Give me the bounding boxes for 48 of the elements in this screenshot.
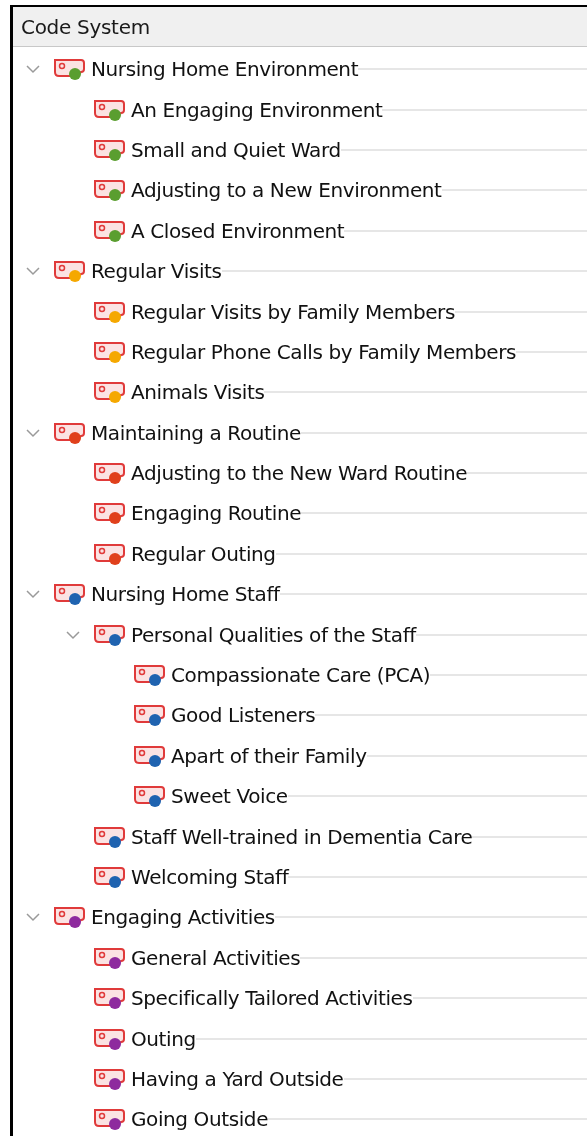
code-label[interactable]: A Closed Environment bbox=[131, 215, 345, 246]
code-label[interactable]: Regular Visits by Family Members bbox=[131, 296, 455, 327]
code-label[interactable]: Regular Outing bbox=[131, 538, 276, 569]
code-tag-icon bbox=[93, 460, 127, 487]
code-tag-icon bbox=[93, 985, 127, 1012]
panel-title: Code System bbox=[21, 13, 150, 41]
code-label[interactable]: Outing bbox=[131, 1023, 196, 1054]
code-tag-icon bbox=[133, 783, 167, 810]
code-tag-icon bbox=[93, 500, 127, 527]
code-tag-icon bbox=[53, 258, 87, 285]
code-label[interactable]: Regular Visits bbox=[91, 256, 222, 287]
code-label[interactable]: General Activities bbox=[131, 942, 301, 973]
code-label[interactable]: Maintaining a Routine bbox=[91, 417, 301, 448]
code-tag-icon bbox=[93, 864, 127, 890]
chevron-down-icon[interactable] bbox=[25, 266, 41, 277]
code-label[interactable]: Engaging Activities bbox=[91, 902, 275, 933]
code-label[interactable]: Small and Quiet Ward bbox=[131, 134, 341, 165]
code-tag-icon bbox=[93, 177, 127, 204]
chevron-down-icon[interactable] bbox=[25, 589, 41, 600]
code-label[interactable]: Personal Qualities of the Staff bbox=[131, 619, 416, 650]
code-tag-icon bbox=[53, 56, 87, 83]
code-label[interactable]: Adjusting to a New Environment bbox=[131, 175, 442, 206]
code-label[interactable]: Welcoming Staff bbox=[131, 862, 289, 892]
chevron-down-icon[interactable] bbox=[65, 629, 81, 640]
code-label[interactable]: Adjusting to the New Ward Routine bbox=[131, 458, 468, 489]
code-label[interactable]: Good Listeners bbox=[171, 700, 316, 731]
code-label[interactable]: Staff Well-trained in Dementia Care bbox=[131, 821, 473, 852]
code-tag-icon bbox=[93, 379, 127, 406]
code-tag-icon bbox=[133, 702, 167, 729]
chevron-down-icon[interactable] bbox=[25, 64, 41, 75]
chevron-down-icon[interactable] bbox=[25, 912, 41, 923]
code-label[interactable]: Nursing Home Environment bbox=[91, 54, 359, 85]
code-label[interactable]: Animals Visits bbox=[131, 377, 265, 408]
code-label[interactable]: Regular Phone Calls by Family Members bbox=[131, 336, 516, 367]
code-label[interactable]: Going Outside bbox=[131, 1104, 269, 1135]
code-label[interactable]: Nursing Home Staff bbox=[91, 579, 280, 610]
code-label[interactable]: Engaging Routine bbox=[131, 498, 302, 529]
code-tag-icon bbox=[53, 581, 87, 608]
code-tag-icon bbox=[53, 904, 87, 931]
code-label[interactable]: Specifically Tailored Activities bbox=[131, 983, 413, 1014]
code-label[interactable]: An Engaging Environment bbox=[131, 94, 383, 125]
code-label[interactable]: Compassionate Care (PCA) bbox=[171, 660, 431, 691]
code-label[interactable]: Having a Yard Outside bbox=[131, 1063, 344, 1094]
code-tag-icon bbox=[93, 1106, 127, 1133]
code-tag-icon bbox=[133, 662, 167, 689]
chevron-down-icon[interactable] bbox=[25, 427, 41, 438]
code-label[interactable]: Apart of their Family bbox=[171, 740, 367, 771]
code-label[interactable]: Sweet Voice bbox=[171, 781, 288, 812]
